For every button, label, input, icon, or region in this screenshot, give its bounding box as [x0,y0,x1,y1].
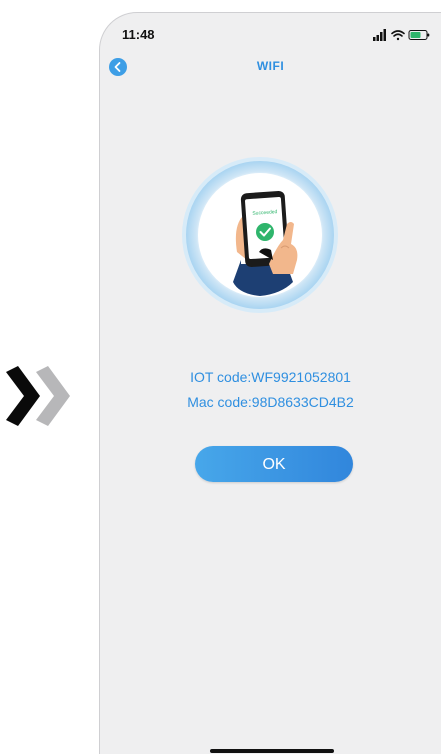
page-title: WIFI [256,59,285,73]
status-time: 11:48 [122,27,155,42]
wifi-icon [391,30,405,41]
phone-screen: 11:48 WIFI Succeeded IOT code:WF99210528… [99,12,441,754]
status-icons [373,29,430,41]
mac-code-text: Mac code:98D8633CD4B2 [187,394,354,410]
home-indicator [210,749,334,753]
success-illustration: Succeeded [182,157,338,313]
ok-button[interactable]: OK [195,446,353,482]
signal-icon [373,29,386,41]
iot-code-text: IOT code:WF9921052801 [190,369,351,385]
double-chevron-right-icon [6,366,70,426]
checkmark-icon [256,223,274,241]
battery-icon [408,30,430,40]
